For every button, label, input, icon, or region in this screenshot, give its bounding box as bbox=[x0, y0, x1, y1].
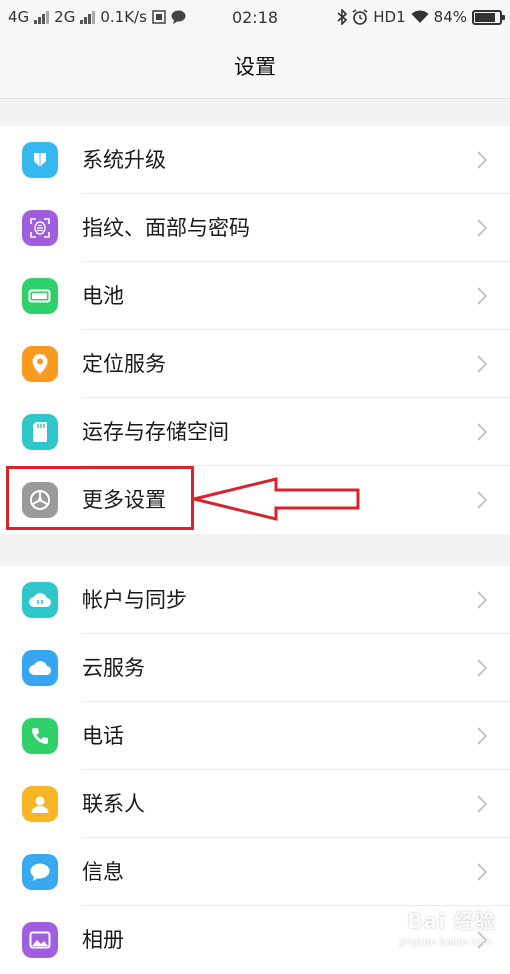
sd-card-icon bbox=[22, 414, 58, 450]
settings-row[interactable]: 更多设置 bbox=[0, 466, 510, 534]
settings-row-label: 电池 bbox=[82, 284, 124, 308]
settings-row[interactable]: 定位服务 bbox=[0, 330, 510, 398]
settings-row-label: 云服务 bbox=[82, 656, 145, 680]
message-icon bbox=[22, 854, 58, 890]
contact-icon bbox=[22, 786, 58, 822]
settings-row[interactable]: 云服务 bbox=[0, 634, 510, 702]
chevron-right-icon bbox=[477, 727, 488, 745]
battery-icon bbox=[472, 9, 505, 25]
status-bar: 4G 2G 0.1K/s 02:18 HD1 84% bbox=[0, 0, 510, 36]
gear-icon bbox=[22, 482, 58, 518]
chevron-right-icon bbox=[477, 151, 488, 169]
settings-group-1: 系统升级指纹、面部与密码 电池定位服务运存与存储空间 更多设置 bbox=[0, 126, 510, 534]
account-sync-icon bbox=[22, 582, 58, 618]
hd-label: HD1 bbox=[373, 8, 406, 26]
settings-row[interactable]: 帐户与同步 bbox=[0, 566, 510, 634]
fingerprint-icon bbox=[22, 210, 58, 246]
album-icon bbox=[22, 922, 58, 958]
settings-row-label: 定位服务 bbox=[82, 352, 166, 376]
battery-percent: 84% bbox=[433, 8, 467, 26]
settings-row-label: 帐户与同步 bbox=[82, 588, 187, 612]
settings-row-label: 联系人 bbox=[82, 792, 145, 816]
chevron-right-icon bbox=[477, 423, 488, 441]
phone-icon bbox=[22, 718, 58, 754]
status-right: HD1 84% bbox=[337, 8, 505, 26]
chevron-right-icon bbox=[477, 287, 488, 305]
settings-row-label: 信息 bbox=[82, 860, 124, 884]
chevron-right-icon bbox=[477, 355, 488, 373]
settings-row[interactable]: 信息 bbox=[0, 838, 510, 906]
settings-row-label: 系统升级 bbox=[82, 148, 166, 172]
location-pin-icon bbox=[22, 346, 58, 382]
alarm-icon bbox=[352, 9, 368, 25]
watermark-logo: Bai 经验 bbox=[407, 909, 496, 933]
settings-row-label: 更多设置 bbox=[82, 488, 166, 512]
chevron-right-icon bbox=[477, 659, 488, 677]
chevron-right-icon bbox=[477, 863, 488, 881]
chevron-right-icon bbox=[477, 219, 488, 237]
chevron-right-icon bbox=[477, 491, 488, 509]
settings-row[interactable]: 电话 bbox=[0, 702, 510, 770]
battery-icon bbox=[22, 278, 58, 314]
page-title: 设置 bbox=[0, 36, 510, 99]
settings-row-label: 电话 bbox=[82, 724, 124, 748]
settings-row-label: 指纹、面部与密码 bbox=[82, 216, 250, 240]
settings-row-label: 相册 bbox=[82, 928, 124, 952]
settings-row[interactable]: 指纹、面部与密码 bbox=[0, 194, 510, 262]
chevron-right-icon bbox=[477, 591, 488, 609]
wifi-icon bbox=[411, 10, 429, 23]
system-update-icon bbox=[22, 142, 58, 178]
watermark-url: jingyan.baidu.com bbox=[399, 937, 492, 948]
settings-row[interactable]: 联系人 bbox=[0, 770, 510, 838]
battery-fill bbox=[475, 12, 496, 22]
chevron-right-icon bbox=[477, 795, 488, 813]
settings-row[interactable]: 系统升级 bbox=[0, 126, 510, 194]
bluetooth-icon bbox=[337, 9, 348, 25]
settings-row-label: 运存与存储空间 bbox=[82, 420, 229, 444]
settings-row[interactable]: 电池 bbox=[0, 262, 510, 330]
cloud-icon bbox=[22, 650, 58, 686]
settings-row[interactable]: 运存与存储空间 bbox=[0, 398, 510, 466]
